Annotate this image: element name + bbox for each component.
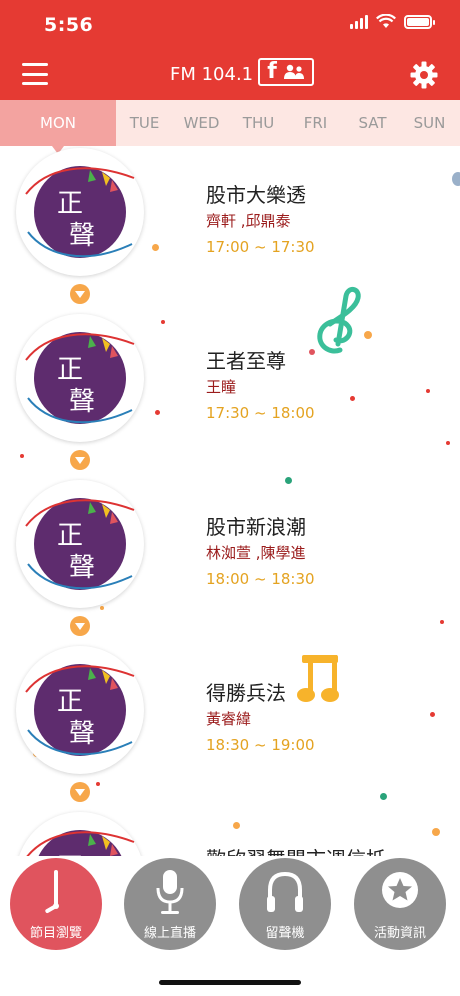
program-time: 17:30 ~ 18:00 <box>206 404 315 422</box>
logo-char: 正 <box>57 355 83 385</box>
status-time: 5:56 <box>44 14 94 36</box>
program-host: 黃睿緯 <box>206 710 252 728</box>
status-icons <box>350 14 435 29</box>
tab-mon[interactable]: MON <box>0 100 116 154</box>
station-logo[interactable]: 正 聲 <box>16 480 144 608</box>
star-icon <box>382 872 418 908</box>
station-logo[interactable]: 正 聲 <box>16 646 144 774</box>
program-title: 股市大樂透 <box>206 183 306 207</box>
group-icon <box>283 64 304 79</box>
logo-char: 聲 <box>69 221 95 251</box>
facebook-group-button[interactable]: f <box>258 58 314 86</box>
bottom-nav: 節目瀏覽 線上直播 留聲機 活動資訊 <box>0 856 460 996</box>
logo-char: 正 <box>57 521 83 551</box>
program-time: 18:30 ~ 19:00 <box>206 736 315 754</box>
top-bar: FM 104.1 f <box>0 50 460 100</box>
station-logo[interactable]: 正 聲 <box>16 148 144 276</box>
logo-char: 正 <box>57 189 83 219</box>
program-title: 王者至尊 <box>206 349 286 373</box>
program-time: 17:00 ~ 17:30 <box>206 238 315 256</box>
program-host: 齊軒 ,邱鼎泰 <box>206 212 291 230</box>
program-host: 王瞳 <box>206 378 237 396</box>
program-item[interactable]: 正 聲 股市新浪潮 林洳萱 ,陳學進 18:00 ~ 18:30 <box>0 478 460 644</box>
program-item[interactable]: 正 聲 得勝兵法 黃睿緯 18:30 ~ 19:00 <box>0 644 460 810</box>
program-title: 歡欣習舞閱市週信抵 <box>206 843 386 856</box>
menu-button[interactable] <box>22 63 48 85</box>
program-time: 18:00 ~ 18:30 <box>206 570 315 588</box>
station-logo[interactable]: 正 聲 <box>16 314 144 442</box>
status-bar: 5:56 <box>0 0 460 50</box>
day-tabs: MON TUE WED THU FRI SAT SUN <box>0 100 460 154</box>
clock-icon <box>45 870 59 913</box>
logo-char: 聲 <box>69 553 95 583</box>
nav-label: 活動資訊 <box>373 926 426 941</box>
expand-arrow-icon[interactable] <box>70 782 90 802</box>
headphones-icon <box>267 871 303 912</box>
wifi-icon <box>376 14 396 28</box>
program-item[interactable]: 正 聲 股市大樂透 齊軒 ,邱鼎泰 17:00 ~ 17:30 <box>0 146 460 312</box>
expand-arrow-icon[interactable] <box>70 284 90 304</box>
nav-label: 線上直播 <box>143 926 196 941</box>
program-title: 股市新浪潮 <box>206 515 306 539</box>
program-item[interactable]: 正 歡欣習舞閱市週信抵 <box>0 810 460 856</box>
nav-event-info[interactable]: 活動資訊 <box>354 858 446 950</box>
tab-fri[interactable]: FRI <box>287 100 344 146</box>
station-logo[interactable]: 正 <box>16 812 144 856</box>
tab-thu[interactable]: THU <box>230 100 287 146</box>
nav-label: 節目瀏覽 <box>29 926 82 941</box>
logo-char: 聲 <box>69 719 95 749</box>
nav-gramophone[interactable]: 留聲機 <box>239 858 331 950</box>
signal-icon <box>350 14 368 29</box>
logo-char: 正 <box>57 687 83 717</box>
expand-arrow-icon[interactable] <box>70 450 90 470</box>
program-list: 正 聲 股市大樂透 齊軒 ,邱鼎泰 17:00 ~ 17:30 正 聲 王者至尊… <box>0 146 460 856</box>
tab-tue[interactable]: TUE <box>116 100 173 146</box>
gear-icon[interactable] <box>410 61 438 89</box>
home-indicator <box>159 980 301 985</box>
microphone-icon <box>156 870 184 914</box>
program-host: 林洳萱 ,陳學進 <box>206 544 306 562</box>
program-item[interactable]: 正 聲 王者至尊 王瞳 17:30 ~ 18:00 <box>0 312 460 478</box>
station-name: FM 104.1 <box>170 64 254 85</box>
tab-sun[interactable]: SUN <box>401 100 458 146</box>
nav-live-broadcast[interactable]: 線上直播 <box>124 858 216 950</box>
nav-label: 留聲機 <box>265 926 305 941</box>
battery-icon <box>404 14 435 29</box>
tab-sat[interactable]: SAT <box>344 100 401 146</box>
logo-char: 聲 <box>69 387 95 417</box>
expand-arrow-icon[interactable] <box>70 616 90 636</box>
facebook-icon: f <box>267 59 277 84</box>
tab-wed[interactable]: WED <box>173 100 230 146</box>
program-title: 得勝兵法 <box>206 681 286 705</box>
nav-program-browse[interactable]: 節目瀏覽 <box>10 858 102 950</box>
app-header: 5:56 FM 104.1 f <box>0 0 460 100</box>
